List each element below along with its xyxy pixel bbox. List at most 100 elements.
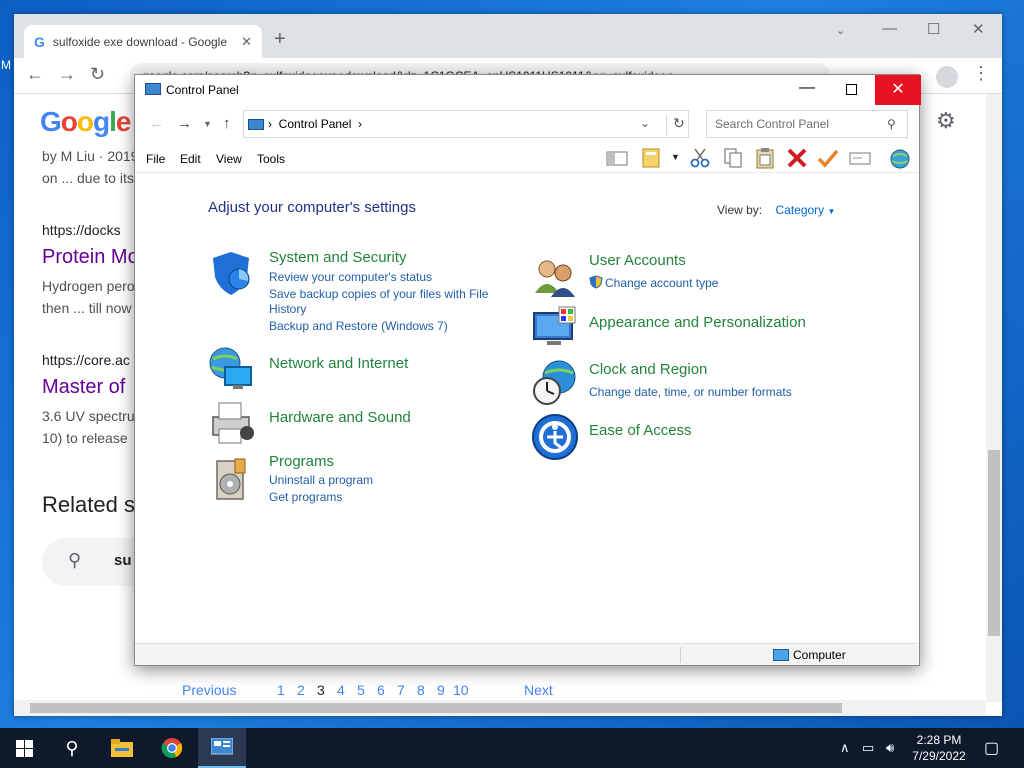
new-tab-button[interactable]: + xyxy=(274,28,286,51)
back-icon[interactable]: ← xyxy=(149,115,164,132)
category-network-and-internet[interactable]: Network and Internet xyxy=(269,355,408,372)
reload-icon[interactable]: ↻ xyxy=(90,64,105,85)
category-appearance-and-personalization[interactable]: Appearance and Personalization xyxy=(589,314,806,331)
notifications-icon[interactable]: ▢ xyxy=(984,738,999,758)
link-change-account-type[interactable]: Change account type xyxy=(605,276,718,291)
recent-locations-icon[interactable]: ▼ xyxy=(203,119,212,129)
system-clock[interactable]: 2:28 PM 7/29/2022 xyxy=(904,732,974,764)
more-menu-icon[interactable]: ⋮ xyxy=(972,63,990,84)
shield-icon[interactable] xyxy=(207,249,255,297)
page-link[interactable]: 4 xyxy=(337,682,345,698)
close-window-icon[interactable]: ✕ xyxy=(972,20,985,38)
result-url[interactable]: https://docks xyxy=(42,222,121,238)
category-user-accounts[interactable]: User Accounts xyxy=(589,252,686,269)
menu-edit[interactable]: Edit xyxy=(180,152,201,166)
checkmark-icon[interactable] xyxy=(816,147,840,169)
category-ease-of-access[interactable]: Ease of Access xyxy=(589,422,692,439)
search-taskbar-icon[interactable]: ⚲ xyxy=(48,728,96,768)
page-link[interactable]: 9 xyxy=(437,682,445,698)
page-link[interactable]: 8 xyxy=(417,682,425,698)
breadcrumb[interactable]: › Control Panel › xyxy=(268,117,362,131)
minimize-button[interactable]: — xyxy=(799,79,815,97)
paste-icon[interactable] xyxy=(753,147,777,169)
result-url[interactable]: https://core.ac xyxy=(42,352,130,368)
delete-icon[interactable] xyxy=(785,147,809,169)
close-tab-icon[interactable]: ✕ xyxy=(241,34,252,50)
up-icon[interactable]: ↑ xyxy=(223,115,231,132)
start-button[interactable] xyxy=(0,728,48,768)
page-link[interactable]: 10 xyxy=(453,682,469,698)
category-programs[interactable]: Programs xyxy=(269,453,334,470)
address-box[interactable]: › Control Panel › ⌄ ↻ xyxy=(243,110,689,138)
result-title-link[interactable]: Master of xyxy=(42,376,125,399)
category-clock-and-region[interactable]: Clock and Region xyxy=(589,361,707,378)
vertical-scrollbar[interactable] xyxy=(986,94,1002,702)
search-box[interactable]: ⚲ xyxy=(706,110,908,138)
link-backup-restore[interactable]: Backup and Restore (Windows 7) xyxy=(269,319,448,334)
appearance-monitor-icon[interactable] xyxy=(531,305,579,353)
close-button[interactable]: ✕ xyxy=(875,75,921,105)
minimize-icon[interactable]: — xyxy=(882,20,897,37)
link-change-date-time[interactable]: Change date, time, or number formats xyxy=(589,385,792,400)
scrollbar-thumb[interactable] xyxy=(30,703,842,713)
horizontal-scrollbar[interactable] xyxy=(14,700,986,716)
layout-pane-icon[interactable] xyxy=(605,147,629,169)
printer-icon[interactable] xyxy=(207,399,255,447)
control-panel-taskbar-icon[interactable] xyxy=(198,728,246,768)
profile-avatar[interactable] xyxy=(936,66,958,88)
cut-icon[interactable] xyxy=(688,147,712,169)
browser-tab[interactable]: G sulfoxide exe download - Google ✕ xyxy=(24,25,262,58)
file-explorer-taskbar-icon[interactable] xyxy=(98,728,146,768)
show-hidden-icons-chevron-icon[interactable]: ∧ xyxy=(840,740,850,756)
programs-icon[interactable] xyxy=(207,455,255,503)
forward-icon[interactable]: → xyxy=(177,115,192,132)
user-accounts-icon[interactable] xyxy=(531,253,579,301)
page-link[interactable]: 1 xyxy=(277,682,285,698)
breadcrumb-control-panel[interactable]: Control Panel xyxy=(279,117,352,131)
category-hardware-and-sound[interactable]: Hardware and Sound xyxy=(269,409,411,426)
link-get-programs[interactable]: Get programs xyxy=(269,490,342,505)
refresh-icon[interactable]: ↻ xyxy=(666,115,685,135)
network-icon[interactable]: ▭ xyxy=(862,740,874,756)
result-snippet: on ... due to its xyxy=(42,170,134,186)
previous-page-link[interactable]: Previous xyxy=(182,682,236,698)
page-link[interactable]: 2 xyxy=(297,682,305,698)
chevron-down-icon[interactable]: ▼ xyxy=(671,152,680,162)
view-by-dropdown[interactable]: Category ▼ xyxy=(775,203,835,217)
link-file-history-cont[interactable]: History xyxy=(269,302,306,317)
google-logo[interactable]: Google xyxy=(40,106,131,138)
category-system-and-security[interactable]: System and Security xyxy=(269,249,407,266)
search-input[interactable] xyxy=(707,111,882,137)
next-page-link[interactable]: Next xyxy=(524,682,553,698)
menu-file[interactable]: File xyxy=(146,152,165,166)
rename-icon[interactable] xyxy=(848,147,872,169)
chrome-taskbar-icon[interactable] xyxy=(148,728,196,768)
properties-icon[interactable] xyxy=(640,147,664,169)
menu-view[interactable]: View xyxy=(216,152,242,166)
link-file-history[interactable]: Save backup copies of your files with Fi… xyxy=(269,287,488,302)
forward-icon[interactable]: → xyxy=(58,64,76,85)
search-icon: ⚲ xyxy=(68,550,82,570)
settings-gear-icon[interactable]: ⚙ xyxy=(936,108,956,134)
menu-tools[interactable]: Tools xyxy=(257,152,285,166)
page-link[interactable]: 7 xyxy=(397,682,405,698)
search-icon[interactable]: ⚲ xyxy=(887,117,896,131)
page-link[interactable]: 6 xyxy=(377,682,385,698)
page-link[interactable]: 5 xyxy=(357,682,365,698)
link-review-status[interactable]: Review your computer's status xyxy=(269,270,432,285)
ease-of-access-icon[interactable] xyxy=(531,413,579,461)
maximize-button[interactable] xyxy=(846,84,857,95)
result-title-link[interactable]: Protein Mo xyxy=(42,246,139,269)
globe-icon[interactable] xyxy=(888,147,912,169)
link-uninstall-program[interactable]: Uninstall a program xyxy=(269,473,373,488)
back-icon[interactable]: ← xyxy=(26,64,44,85)
volume-icon[interactable]: 🔊︎ xyxy=(886,740,894,756)
network-globe-icon[interactable] xyxy=(207,345,255,393)
title-bar[interactable]: Control Panel — ✕ xyxy=(135,75,921,105)
scrollbar-thumb[interactable] xyxy=(988,450,1000,636)
chevron-down-icon[interactable]: ⌄ xyxy=(640,116,650,130)
maximize-icon[interactable]: ☐ xyxy=(927,20,940,38)
copy-icon[interactable] xyxy=(721,147,745,169)
clock-globe-icon[interactable] xyxy=(531,359,579,407)
tab-search-icon[interactable]: ⌄ xyxy=(836,24,845,37)
